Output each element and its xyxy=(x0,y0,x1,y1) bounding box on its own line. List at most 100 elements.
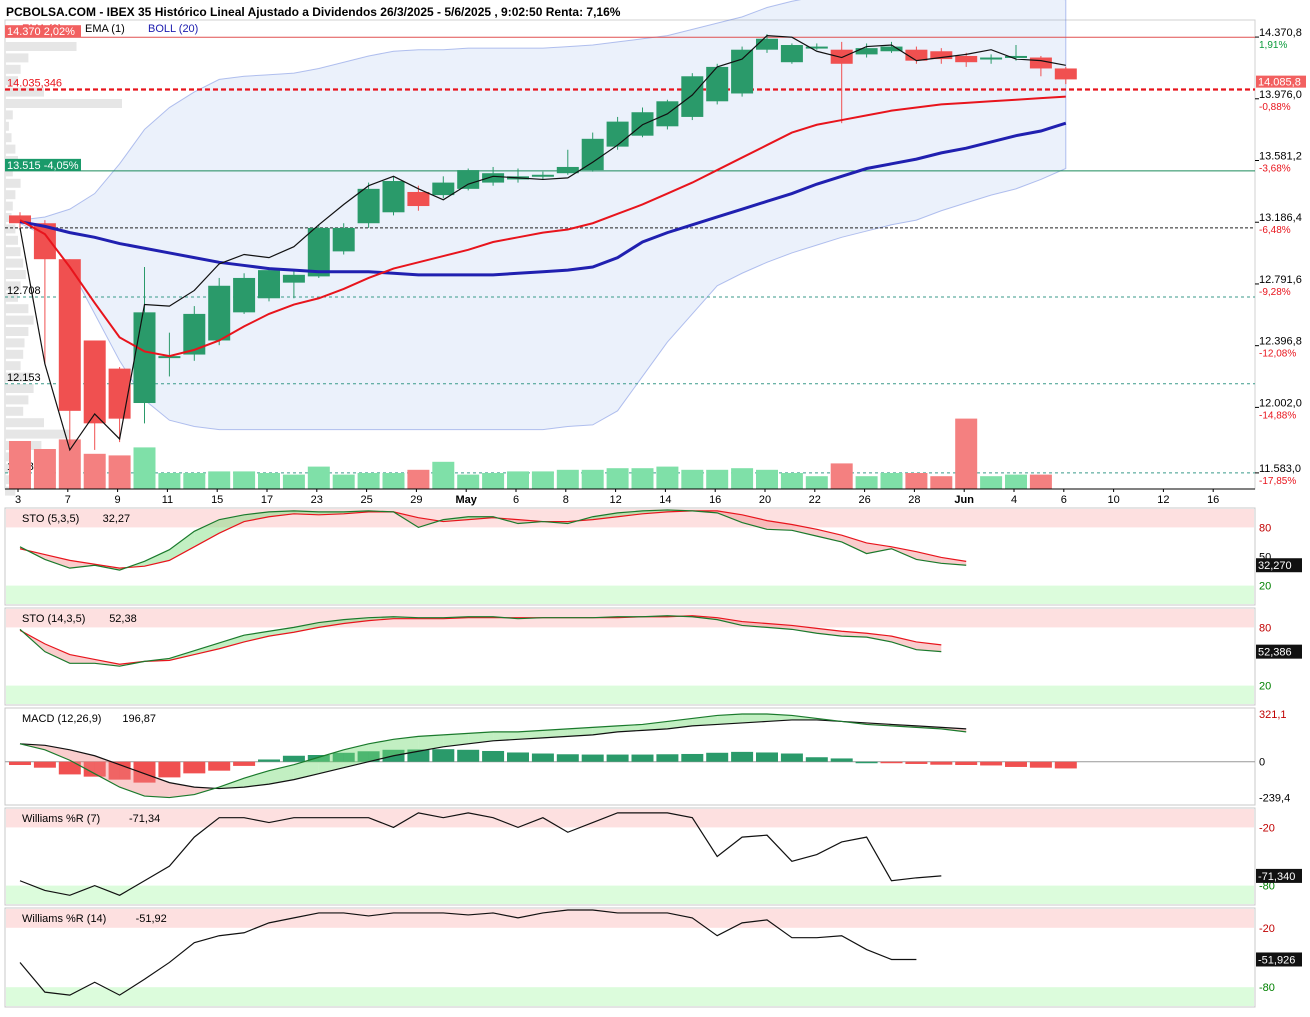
indicator-value-box-label: -71,340 xyxy=(1258,871,1295,883)
date-tick-label: 26 xyxy=(858,494,870,506)
candle-body xyxy=(58,259,81,411)
volume-bar xyxy=(905,473,928,489)
indicator-tick-label: 20 xyxy=(1259,681,1271,693)
date-tick-label: 9 xyxy=(115,494,121,506)
macd-histogram-bar xyxy=(606,754,629,762)
indicator-tick-label: 0 xyxy=(1259,757,1265,769)
indicator-tick-label: 20 xyxy=(1259,581,1271,593)
indicator-tick-label: -239,4 xyxy=(1259,792,1290,804)
indicator-value: -51,92 xyxy=(136,913,167,925)
macd-histogram-bar xyxy=(980,761,1003,766)
volume-profile-bar xyxy=(5,361,21,371)
volume-bar xyxy=(756,469,778,489)
candle-body xyxy=(407,191,430,207)
indicator-tick-label: 80 xyxy=(1259,522,1271,534)
macd-histogram-bar xyxy=(282,755,305,762)
indicator-value: 196,87 xyxy=(122,713,156,725)
date-tick-label: 12 xyxy=(609,494,621,506)
indicator-title: STO (14,3,5) xyxy=(22,613,85,625)
level-tag: 14.035,346 xyxy=(7,78,62,90)
candle-body xyxy=(830,49,853,64)
volume-bar xyxy=(656,466,679,489)
candle-body xyxy=(880,46,903,52)
level-tag: 13.515 -4,05% xyxy=(7,160,79,172)
macd-histogram-bar xyxy=(780,753,803,762)
date-tick-label: 6 xyxy=(513,494,519,506)
macd-histogram-bar xyxy=(258,759,280,762)
date-tick-label: 6 xyxy=(1061,494,1067,506)
volume-bar xyxy=(855,476,878,489)
volume-profile-bar xyxy=(5,258,24,268)
date-tick-label: 12 xyxy=(1157,494,1169,506)
macd-histogram-bar xyxy=(930,761,953,765)
volume-bar xyxy=(208,471,231,489)
candle-body xyxy=(681,76,704,117)
volume-bar xyxy=(382,473,405,489)
volume-bar xyxy=(930,476,953,489)
volume-bar xyxy=(556,469,579,489)
indicator-tick-label: -20 xyxy=(1259,822,1275,834)
overbought-zone xyxy=(6,909,1254,928)
volume-bar xyxy=(33,449,56,489)
oversold-zone xyxy=(6,685,1254,704)
volume-bar xyxy=(880,473,903,489)
volume-profile-bar xyxy=(5,224,16,234)
stock-chart: PCBOLSA.COM - IBEX 35 Histórico Lineal A… xyxy=(0,0,1310,1012)
candle-body xyxy=(357,188,380,224)
candle-body xyxy=(631,112,654,136)
price-tick-label: 12.396,8 xyxy=(1259,336,1302,348)
volume-bar xyxy=(606,468,629,489)
volume-bar xyxy=(108,455,131,489)
price-tick-pct: -0,88% xyxy=(1259,102,1291,113)
candle-body xyxy=(482,173,505,183)
volume-bar xyxy=(830,463,853,489)
volume-bar xyxy=(955,418,978,489)
macd-histogram-bar xyxy=(432,749,455,762)
macd-histogram-bar xyxy=(631,754,654,762)
macd-histogram-bar xyxy=(556,754,579,762)
price-tick-pct: 1,91% xyxy=(1259,40,1287,51)
macd-histogram-bar xyxy=(880,761,903,764)
volume-bar xyxy=(357,473,380,489)
macd-histogram-bar xyxy=(805,757,828,762)
indicator-value-box-label: 52,386 xyxy=(1258,647,1292,659)
oversold-zone xyxy=(6,885,1254,904)
volume-bar xyxy=(581,469,604,489)
volume-profile-bar xyxy=(5,384,34,393)
macd-histogram-bar xyxy=(531,753,554,762)
candle-body xyxy=(706,66,729,102)
date-tick-label: 14 xyxy=(659,494,671,506)
volume-profile-bar xyxy=(5,53,29,63)
date-tick-label: 23 xyxy=(311,494,323,506)
date-tick-label: 10 xyxy=(1107,494,1119,506)
volume-profile-bar xyxy=(5,201,13,211)
legend-entry: EMA (1) xyxy=(85,23,125,35)
candle-body xyxy=(780,45,803,63)
volume-bar xyxy=(457,474,480,489)
volume-bar xyxy=(58,439,81,489)
volume-bar xyxy=(507,471,529,489)
macd-histogram-bar xyxy=(1054,761,1077,769)
volume-bar xyxy=(307,466,330,489)
indicator-title: Williams %R (7) xyxy=(22,813,100,825)
macd-histogram-bar xyxy=(9,761,31,766)
candle-body xyxy=(955,55,978,63)
indicator-value: -71,34 xyxy=(129,813,160,825)
oversold-zone xyxy=(6,585,1254,604)
level-tag: 12.708 xyxy=(7,285,41,297)
volume-bar xyxy=(631,468,654,489)
price-tick-pct: -14,88% xyxy=(1259,410,1296,421)
indicator-tick-label: 321,1 xyxy=(1259,709,1287,721)
price-tick-label: 14.370,8 xyxy=(1259,27,1302,39)
macd-histogram-bar xyxy=(33,761,56,768)
volume-profile-bar xyxy=(5,144,16,154)
level-tag: 14.370 2,02% xyxy=(7,26,75,38)
chart-title: PCBOLSA.COM - IBEX 35 Histórico Lineal A… xyxy=(6,5,621,19)
volume-bar xyxy=(83,453,106,489)
oversold-zone xyxy=(6,987,1254,1006)
volume-bar xyxy=(258,473,280,489)
price-tick-pct: -6,48% xyxy=(1259,225,1291,236)
volume-bar xyxy=(980,476,1003,489)
volume-bar xyxy=(432,461,455,489)
candle-body xyxy=(133,312,156,404)
